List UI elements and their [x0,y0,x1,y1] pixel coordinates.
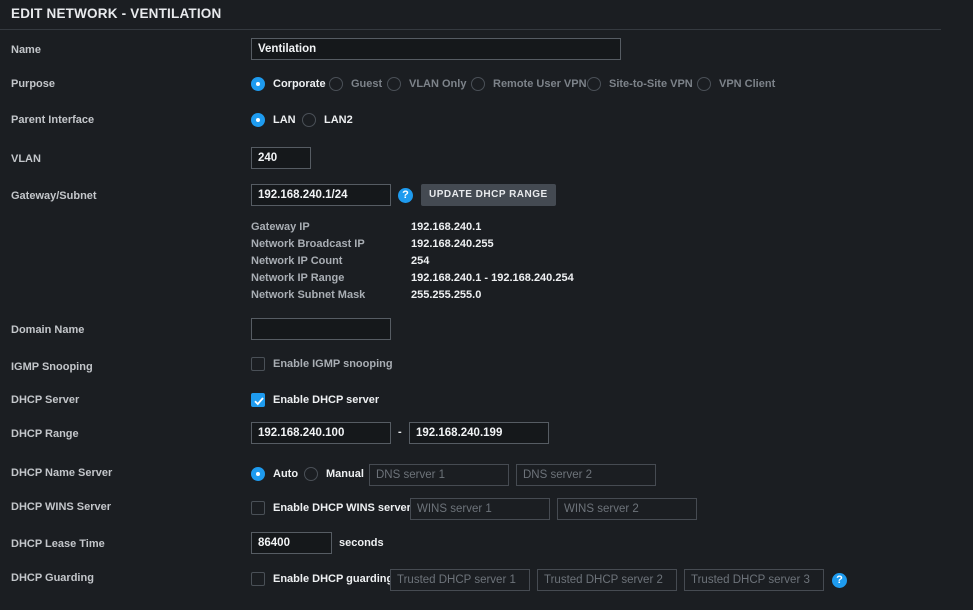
wins-server-2-input[interactable]: WINS server 2 [557,498,697,520]
purpose-corporate-radio[interactable] [251,77,265,91]
purpose-vpn-client-radio[interactable] [697,77,711,91]
parent-interface-label: Parent Interface [11,114,95,126]
dhcp-guarding-checkbox-label[interactable]: Enable DHCP guarding [273,573,393,585]
name-input[interactable]: Ventilation [251,38,621,60]
dhcp-name-server-label: DHCP Name Server [11,467,113,479]
page-title: EDIT NETWORK - VENTILATION [11,6,222,21]
name-server-manual-radio[interactable] [304,467,318,481]
wins-server-checkbox[interactable] [251,501,265,515]
wins-server-checkbox-label[interactable]: Enable DHCP WINS server [273,502,411,514]
purpose-vlan-only-label[interactable]: VLAN Only [409,78,466,90]
trusted-dhcp-server-1-input[interactable]: Trusted DHCP server 1 [390,569,530,591]
dhcp-lease-time-label: DHCP Lease Time [11,538,105,550]
subnet-mask-value: 255.255.255.0 [411,289,482,301]
dhcp-range-start-input[interactable]: 192.168.240.100 [251,422,391,444]
name-server-auto-radio[interactable] [251,467,265,481]
purpose-vpn-client-label[interactable]: VPN Client [719,78,775,90]
purpose-guest-label[interactable]: Guest [351,78,382,90]
dhcp-wins-server-label: DHCP WINS Server [11,501,112,513]
purpose-corporate-label[interactable]: Corporate [273,78,326,90]
checkmark-icon [254,397,264,406]
broadcast-ip-value: 192.168.240.255 [411,238,494,250]
name-server-manual-label[interactable]: Manual [326,468,364,480]
parent-lan-label[interactable]: LAN [273,114,296,126]
igmp-snooping-checkbox[interactable] [251,357,265,371]
dhcp-range-separator: - [398,426,402,438]
dhcp-server-checkbox[interactable] [251,393,265,407]
parent-lan2-radio[interactable] [302,113,316,127]
dhcp-range-label: DHCP Range [11,428,79,440]
vlan-input[interactable]: 240 [251,147,311,169]
purpose-guest-radio[interactable] [329,77,343,91]
wins-server-1-input[interactable]: WINS server 1 [410,498,550,520]
dhcp-server-checkbox-label[interactable]: Enable DHCP server [273,394,379,406]
gateway-subnet-input[interactable]: 192.168.240.1/24 [251,184,391,206]
ip-count-label: Network IP Count [251,255,343,267]
dns-server-2-input[interactable]: DNS server 2 [516,464,656,486]
purpose-label: Purpose [11,78,56,90]
dhcp-server-label: DHCP Server [11,394,80,406]
domain-name-input[interactable] [251,318,391,340]
purpose-remote-user-vpn-label[interactable]: Remote User VPN [493,78,587,90]
header-divider [0,29,941,30]
purpose-site-to-site-vpn-radio[interactable] [587,77,601,91]
gateway-ip-value: 192.168.240.1 [411,221,482,233]
purpose-remote-user-vpn-radio[interactable] [471,77,485,91]
trusted-dhcp-server-2-input[interactable]: Trusted DHCP server 2 [537,569,677,591]
igmp-snooping-label: IGMP Snooping [11,361,93,373]
gateway-help-icon[interactable]: ? [398,188,413,203]
broadcast-ip-label: Network Broadcast IP [251,238,365,250]
dhcp-guarding-help-icon[interactable]: ? [832,573,847,588]
parent-lan-radio[interactable] [251,113,265,127]
purpose-vlan-only-radio[interactable] [387,77,401,91]
gateway-ip-label: Gateway IP [251,221,310,233]
name-label: Name [11,44,41,56]
trusted-dhcp-server-3-input[interactable]: Trusted DHCP server 3 [684,569,824,591]
ip-count-value: 254 [411,255,430,267]
ip-range-label: Network IP Range [251,272,345,284]
igmp-snooping-checkbox-label[interactable]: Enable IGMP snooping [273,358,393,370]
parent-lan2-label[interactable]: LAN2 [324,114,353,126]
purpose-site-to-site-vpn-label[interactable]: Site-to-Site VPN [609,78,693,90]
subnet-mask-label: Network Subnet Mask [251,289,366,301]
vlan-label: VLAN [11,153,41,165]
name-server-auto-label[interactable]: Auto [273,468,298,480]
dhcp-guarding-checkbox[interactable] [251,572,265,586]
dns-server-1-input[interactable]: DNS server 1 [369,464,509,486]
lease-time-unit: seconds [339,537,384,549]
update-dhcp-range-button[interactable]: UPDATE DHCP RANGE [421,184,556,206]
domain-name-label: Domain Name [11,324,85,336]
dhcp-guarding-label: DHCP Guarding [11,572,94,584]
gateway-subnet-label: Gateway/Subnet [11,190,97,202]
lease-time-input[interactable]: 86400 [251,532,332,554]
ip-range-value: 192.168.240.1 - 192.168.240.254 [411,272,574,284]
dhcp-range-end-input[interactable]: 192.168.240.199 [409,422,549,444]
